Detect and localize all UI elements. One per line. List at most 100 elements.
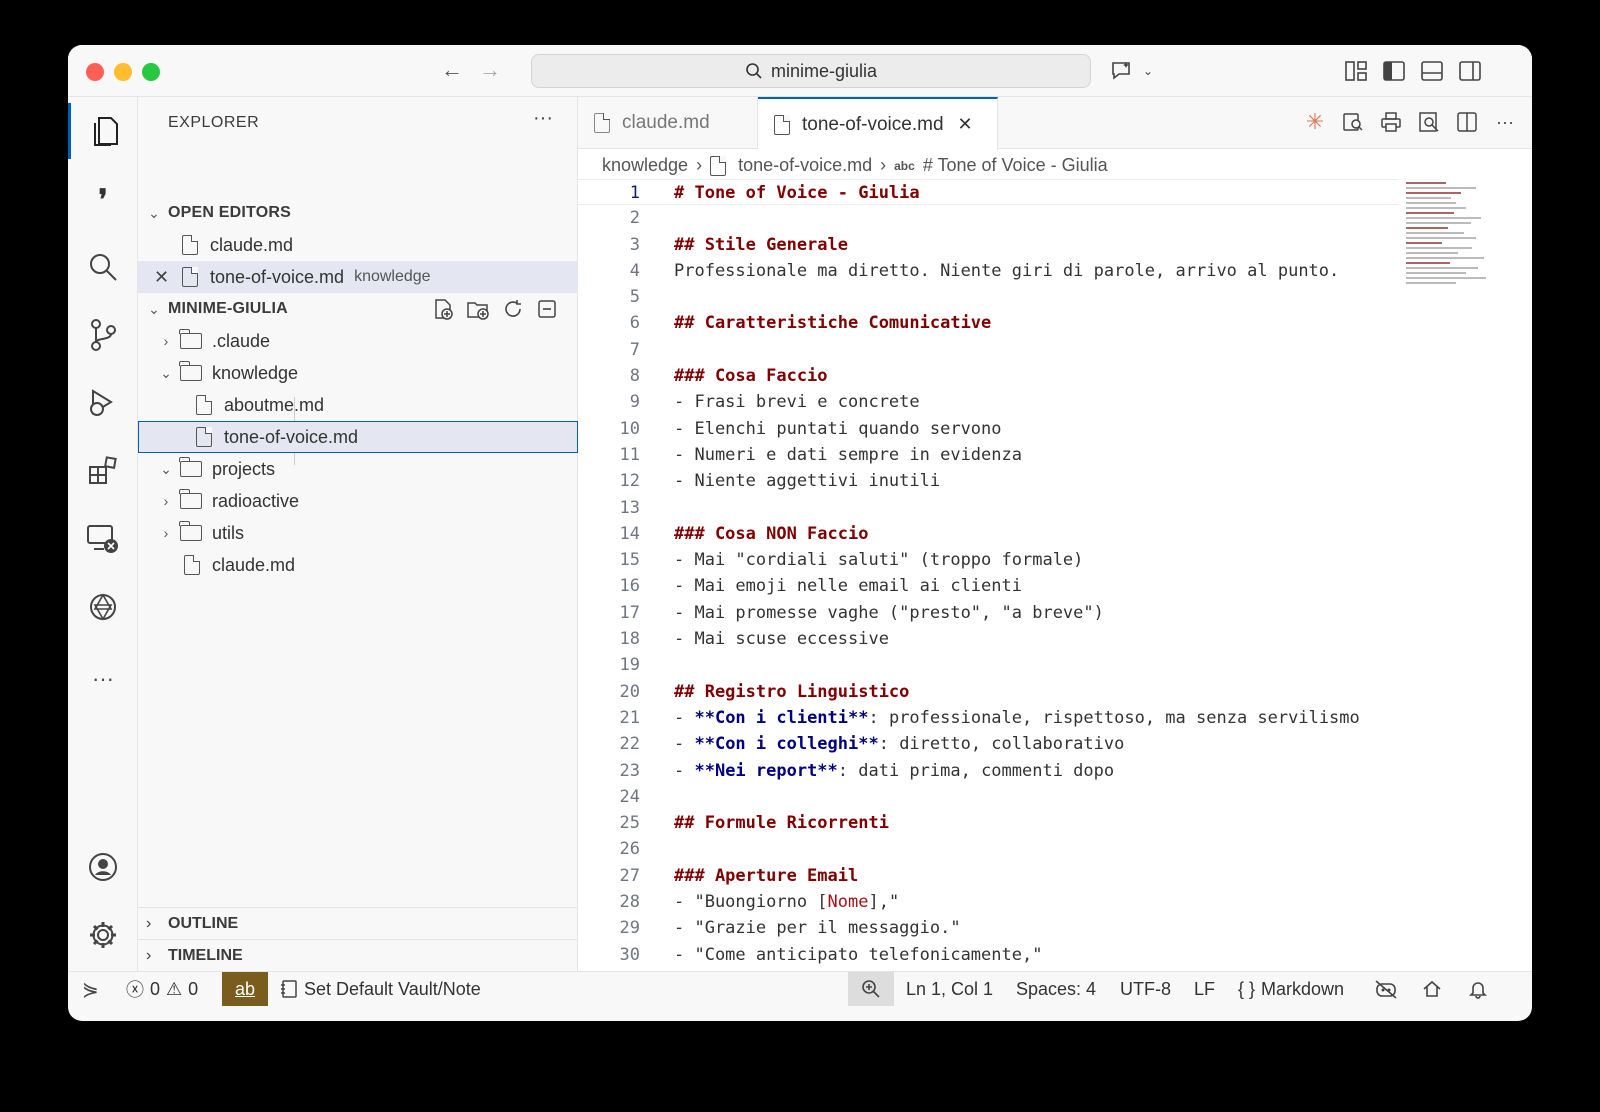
breadcrumb-folder[interactable]: knowledge	[602, 155, 688, 176]
tree-file-selected[interactable]: tone-of-voice.md	[138, 421, 578, 453]
print-icon[interactable]	[1378, 109, 1404, 135]
more-actions-icon[interactable]: ···	[1492, 109, 1518, 135]
code-line[interactable]: 3 ## Stile Generale	[578, 232, 1398, 258]
code-line[interactable]: 6 ## Caratteristiche Comunicative	[578, 310, 1398, 336]
code-line[interactable]: 10 - Elenchi puntati quando servono	[578, 416, 1398, 442]
copilot-disabled-icon[interactable]	[1374, 972, 1398, 1006]
run-debug-icon[interactable]	[68, 375, 138, 431]
bell-icon[interactable]	[1468, 972, 1488, 1006]
problems-indicator[interactable]: ⓧ 0 ⚠ 0	[126, 972, 198, 1006]
encoding[interactable]: UTF-8	[1120, 972, 1171, 1006]
search-icon[interactable]	[68, 239, 138, 295]
source-control-icon[interactable]	[68, 307, 138, 363]
toggle-secondary-sidebar-icon[interactable]	[1456, 57, 1484, 85]
code-line[interactable]: 29 - "Grazie per il messaggio."	[578, 915, 1398, 941]
refresh-icon[interactable]	[502, 298, 524, 320]
open-preview-icon[interactable]	[1340, 109, 1366, 135]
split-editor-icon[interactable]	[1454, 109, 1480, 135]
code-line[interactable]: 22 - **Con i colleghi**: diretto, collabo…	[578, 731, 1398, 757]
tree-folder[interactable]: › radioactive	[138, 485, 578, 517]
vault-status[interactable]: Set Default Vault/Note	[280, 972, 481, 1006]
new-folder-icon[interactable]	[466, 298, 490, 320]
timeline-section[interactable]: › TIMELINE	[138, 939, 578, 971]
code-line[interactable]: 13	[578, 495, 1398, 521]
open-editors-header[interactable]: ⌄ OPEN EDITORS	[138, 197, 578, 229]
arrow-right-icon[interactable]: →	[479, 57, 501, 83]
close-icon[interactable]: ✕	[154, 267, 182, 288]
code-line[interactable]: 11 - Numeri e dati sempre in evidenza	[578, 442, 1398, 468]
remote-indicator-icon[interactable]: ⋟	[82, 972, 122, 1006]
cursor-position[interactable]: Ln 1, Col 1	[906, 972, 993, 1006]
open-editor-item-active[interactable]: ✕ tone-of-voice.md knowledge	[138, 261, 578, 293]
toggle-primary-sidebar-icon[interactable]	[1380, 57, 1408, 85]
gear-icon[interactable]	[68, 907, 138, 963]
collapse-all-icon[interactable]	[536, 298, 558, 320]
close-window-button[interactable]	[86, 63, 104, 81]
customize-layout-icon[interactable]	[1342, 57, 1370, 85]
open-editor-item[interactable]: claude.md	[138, 229, 578, 261]
toggle-panel-icon[interactable]	[1418, 57, 1446, 85]
command-center-search[interactable]: minime-giulia	[531, 54, 1091, 88]
code-line[interactable]: 20 ## Registro Linguistico	[578, 679, 1398, 705]
code-line[interactable]: 12 - Niente aggettivi inutili	[578, 468, 1398, 494]
zoom-in-icon[interactable]	[848, 972, 894, 1006]
code-line[interactable]: 24	[578, 784, 1398, 810]
code-line[interactable]: 14 ### Cosa NON Faccio	[578, 521, 1398, 547]
code-line[interactable]: 16 - Mai emoji nelle email ai clienti	[578, 573, 1398, 599]
end-of-line[interactable]: LF	[1194, 972, 1215, 1006]
more-views-icon[interactable]: ···	[68, 651, 138, 707]
code-line[interactable]: 21 - **Con i clienti**: professionale, ri…	[578, 705, 1398, 731]
claude-sparkle-icon[interactable]: ✳	[1302, 109, 1328, 135]
openai-icon[interactable]	[68, 579, 138, 635]
tree-folder[interactable]: ⌄ knowledge	[138, 357, 578, 389]
remote-explorer-icon[interactable]	[68, 511, 138, 567]
extensions-icon[interactable]	[68, 443, 138, 499]
arrow-left-icon[interactable]: ←	[441, 57, 463, 83]
preview-search-icon[interactable]	[1416, 109, 1442, 135]
code-line[interactable]: 8 ### Cosa Faccio	[578, 363, 1398, 389]
code-line[interactable]: 5	[578, 284, 1398, 310]
code-line[interactable]: 18 - Mai scuse eccessive	[578, 626, 1398, 652]
more-actions-icon[interactable]: ···	[533, 107, 553, 130]
quote-extension-icon[interactable]: ❜	[68, 171, 138, 227]
indentation[interactable]: Spaces: 4	[1016, 972, 1096, 1006]
tree-file[interactable]: claude.md	[138, 549, 578, 581]
close-icon[interactable]: ✕	[958, 114, 973, 135]
workspace-header[interactable]: ⌄ MINIME-GIULIA	[138, 293, 578, 325]
minimap[interactable]	[1406, 179, 1490, 349]
code-line[interactable]: 30 - "Come anticipato telefonicamente,"	[578, 942, 1398, 968]
breadcrumb-symbol[interactable]: # Tone of Voice - Giulia	[923, 155, 1108, 176]
spell-check-badge[interactable]: ab	[222, 972, 268, 1006]
code-line[interactable]: 19	[578, 652, 1398, 678]
code-line[interactable]: 7	[578, 337, 1398, 363]
tree-folder[interactable]: ⌄ projects	[138, 453, 578, 485]
tree-folder[interactable]: › .claude	[138, 325, 578, 357]
chevron-down-icon[interactable]: ⌄	[1134, 57, 1162, 85]
outline-section[interactable]: › OUTLINE	[138, 907, 578, 939]
new-file-icon[interactable]	[432, 298, 454, 320]
tab-claude-md[interactable]: claude.md	[578, 97, 758, 149]
code-line[interactable]: 25 ## Formule Ricorrenti	[578, 810, 1398, 836]
home-icon[interactable]	[1422, 972, 1442, 1006]
chat-sparkle-icon[interactable]	[1108, 57, 1136, 85]
code-editor[interactable]: 1 # Tone of Voice - Giulia 2 3 ## Stile Gene…	[578, 179, 1398, 994]
code-line[interactable]: 28 - "Buongiorno [Nome],"	[578, 889, 1398, 915]
breadcrumb-file[interactable]: tone-of-voice.md	[738, 155, 872, 176]
zoom-window-button[interactable]	[142, 63, 160, 81]
code-line[interactable]: 17 - Mai promesse vaghe ("presto", "a bre…	[578, 600, 1398, 626]
code-line[interactable]: 27 ### Aperture Email	[578, 863, 1398, 889]
explorer-icon[interactable]	[68, 103, 138, 159]
tree-file[interactable]: aboutme.md	[138, 389, 578, 421]
accounts-icon[interactable]	[68, 839, 138, 895]
code-line[interactable]: 26	[578, 836, 1398, 862]
code-line[interactable]: 4 Professionale ma diretto. Niente giri d…	[578, 258, 1398, 284]
code-line[interactable]: 2	[578, 205, 1398, 231]
code-line[interactable]: 1 # Tone of Voice - Giulia	[578, 179, 1398, 206]
tree-folder[interactable]: › utils	[138, 517, 578, 549]
code-line[interactable]: 9 - Frasi brevi e concrete	[578, 389, 1398, 415]
minimize-window-button[interactable]	[114, 63, 132, 81]
code-line[interactable]: 23 - **Nei report**: dati prima, commenti…	[578, 758, 1398, 784]
tab-tone-of-voice-md[interactable]: tone-of-voice.md ✕	[758, 97, 998, 150]
language-mode[interactable]: { } Markdown	[1238, 972, 1344, 1006]
code-line[interactable]: 15 - Mai "cordiali saluti" (troppo formal…	[578, 547, 1398, 573]
